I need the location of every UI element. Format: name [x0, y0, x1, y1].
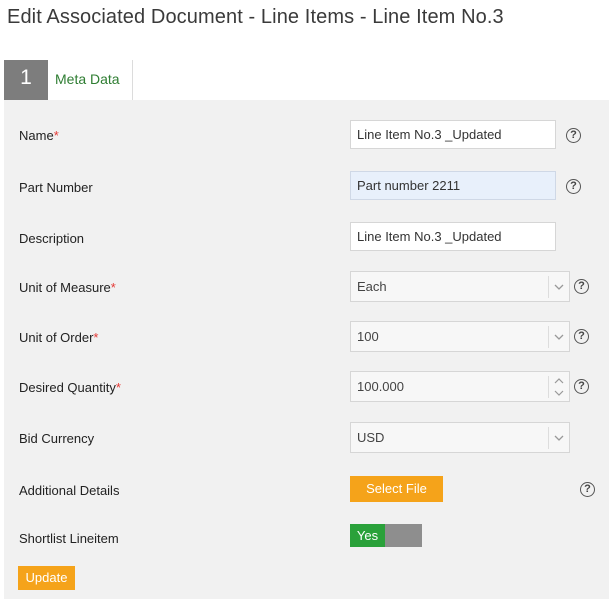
bid-currency-value: USD [357, 430, 385, 445]
chevron-down-icon [554, 334, 564, 340]
select-divider [548, 276, 549, 298]
help-icon[interactable]: ? [574, 279, 589, 294]
bid-currency-select[interactable]: USD [350, 422, 570, 453]
description-label: Description [19, 231, 85, 246]
additional-details-row: Additional Details Select File ? [4, 476, 609, 510]
part-number-input[interactable]: Part number 2211 [350, 171, 556, 200]
required-marker: * [110, 280, 116, 295]
shortlist-toggle[interactable]: Yes [350, 524, 422, 547]
unit-of-order-select[interactable]: 100 [350, 321, 570, 352]
page-title: Edit Associated Document - Line Items - … [7, 6, 504, 28]
bid-currency-row: Bid Currency USD [4, 422, 609, 456]
unit-of-order-row: Unit of Order* 100 ? [4, 321, 609, 355]
chevron-down-icon [554, 435, 564, 441]
step-number: 1 [20, 66, 32, 89]
name-row: Name* Line Item No.3 _Updated ? [4, 120, 609, 154]
unit-of-measure-value: Each [357, 279, 387, 294]
additional-details-label: Additional Details [19, 483, 120, 498]
tab-meta-data[interactable]: Meta Data [48, 60, 133, 100]
spin-up-icon[interactable] [554, 377, 564, 385]
select-divider [548, 427, 549, 449]
help-icon[interactable]: ? [574, 329, 589, 344]
form-panel: Name* Line Item No.3 _Updated ? Part Num… [4, 100, 609, 599]
stepper-divider [548, 376, 549, 398]
desired-quantity-value: 100.000 [357, 379, 404, 394]
help-icon[interactable]: ? [580, 482, 595, 497]
help-icon[interactable]: ? [566, 128, 581, 143]
bid-currency-label: Bid Currency [19, 431, 95, 446]
chevron-down-icon [554, 284, 564, 290]
unit-of-measure-select[interactable]: Each [350, 271, 570, 302]
spin-down-icon[interactable] [554, 389, 564, 397]
desired-quantity-label: Desired Quantity* [19, 380, 121, 395]
unit-of-order-value: 100 [357, 329, 379, 344]
required-marker: * [53, 128, 59, 143]
help-icon[interactable]: ? [574, 379, 589, 394]
toggle-yes-label: Yes [350, 524, 385, 547]
help-icon[interactable]: ? [566, 179, 581, 194]
name-input[interactable]: Line Item No.3 _Updated [350, 120, 556, 149]
desired-quantity-stepper[interactable]: 100.000 [350, 371, 570, 402]
desired-quantity-row: Desired Quantity* 100.000 ? [4, 371, 609, 405]
shortlist-label: Shortlist Lineitem [19, 531, 119, 546]
unit-of-order-label: Unit of Order* [19, 330, 99, 345]
part-number-label: Part Number [19, 180, 93, 195]
select-divider [548, 326, 549, 348]
update-button[interactable]: Update [18, 566, 75, 590]
shortlist-row: Shortlist Lineitem Yes [4, 524, 609, 558]
unit-of-measure-row: Unit of Measure* Each ? [4, 271, 609, 305]
required-marker: * [93, 330, 99, 345]
description-input[interactable]: Line Item No.3 _Updated [350, 222, 556, 251]
description-row: Description Line Item No.3 _Updated [4, 222, 609, 256]
select-file-button[interactable]: Select File [350, 476, 443, 502]
part-number-row: Part Number Part number 2211 ? [4, 171, 609, 205]
name-label: Name* [19, 128, 59, 143]
required-marker: * [115, 380, 121, 395]
unit-of-measure-label: Unit of Measure* [19, 280, 116, 295]
